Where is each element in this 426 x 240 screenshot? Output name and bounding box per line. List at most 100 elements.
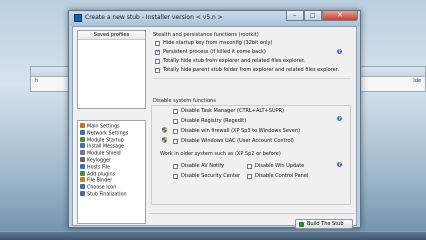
- checkbox-hide-parent-folder[interactable]: Totally hide parent stub folder from exp…: [155, 67, 339, 73]
- close-icon: ✕: [337, 11, 343, 19]
- message-icon: [80, 143, 85, 149]
- saved-profiles-panel[interactable]: Saved profiles: [77, 30, 146, 109]
- background-window-titlebar: [359, 67, 425, 77]
- checkbox-disable-firewall[interactable]: Disable win firewall (XP Sp3 to Windows …: [173, 128, 300, 134]
- checkbox-box[interactable]: [247, 163, 252, 169]
- checkbox-box[interactable]: [173, 118, 178, 124]
- nav-item-label: Main Settings: [87, 124, 120, 130]
- checkbox-box[interactable]: [173, 163, 178, 169]
- minimize-button[interactable]: –: [286, 11, 304, 21]
- nav-item-label: Add plugins: [87, 172, 116, 178]
- disable-help-icon[interactable]: ?: [337, 116, 342, 121]
- nav-item-add-plugins[interactable]: Add plugins: [78, 170, 145, 178]
- taskbar: [0, 231, 426, 240]
- older-help-icon[interactable]: ?: [337, 162, 342, 167]
- checkbox-disable-task-manager[interactable]: Disable Task Manager (CTRL+ALT+SUPR): [173, 108, 284, 114]
- nav-item-module-shield[interactable]: Module Shield: [78, 150, 145, 157]
- checkbox-persistent-process[interactable]: Persistent process (if killed it come ba…: [155, 49, 266, 55]
- nav-item-choose-icon[interactable]: Choose Icon: [78, 184, 145, 191]
- nav-item-hosts-file[interactable]: Hosts File: [78, 163, 145, 171]
- disable-section-title: Disable system functions: [153, 98, 216, 104]
- nav-item-label: Keylogger: [87, 158, 111, 164]
- plugin-icon: [80, 170, 85, 176]
- checkbox-disable-uac[interactable]: Disable Windows UAC (User Account Contro…: [173, 138, 294, 144]
- maximize-button[interactable]: □: [304, 11, 322, 21]
- checkbox-disable-security-center[interactable]: Disable Security Center: [173, 173, 240, 179]
- checkbox-box[interactable]: [173, 128, 178, 134]
- checkbox-label: Disable Security Center: [181, 173, 241, 179]
- background-window-text: Ide: [413, 78, 421, 84]
- checkbox-box[interactable]: [173, 138, 178, 144]
- stub-builder-window: Create a new stub - Installer version < …: [68, 10, 361, 229]
- checkbox-label: Disable Win Update: [255, 163, 305, 169]
- checkbox-box[interactable]: [247, 173, 252, 179]
- saved-profiles-header: Saved profiles: [78, 31, 145, 40]
- build-stub-button[interactable]: Build The Stub: [295, 219, 353, 229]
- stealth-help-icon[interactable]: ?: [337, 49, 342, 54]
- checkbox-label: Totally hide parent stub folder from exp…: [163, 67, 339, 73]
- shield-icon: [80, 150, 85, 156]
- older-systems-title: Work in older system such as (XP Sp2 or …: [160, 151, 281, 157]
- nav-item-label: Network Settings: [87, 131, 129, 137]
- gear-icon: [80, 123, 85, 128]
- checkbox-label: Disable Task Manager (CTRL+ALT+SUPR): [181, 108, 285, 114]
- uac-shield-icon: [162, 137, 167, 143]
- checkbox-label: Disable AV Notify: [181, 163, 225, 169]
- window-title: Create a new stub - Installer version < …: [85, 14, 223, 21]
- section-divider: [153, 78, 351, 79]
- checkbox-box[interactable]: [155, 58, 160, 64]
- checkbox-label: Hide startup key from msconfig (32bit on…: [163, 40, 273, 46]
- build-stub-label: Build The Stub: [307, 221, 344, 227]
- checkbox-disable-win-update[interactable]: Disable Win Update: [247, 163, 304, 169]
- nav-item-file-binder[interactable]: File Binder: [78, 177, 145, 184]
- build-icon: [299, 221, 304, 227]
- checkbox-label: Totally hide stub from explorer and rela…: [163, 58, 305, 64]
- nav-item-label: Choose Icon: [87, 185, 117, 191]
- icon-picker-icon: [80, 184, 85, 190]
- stealth-section-title: Stealth and persistance functions (rootk…: [153, 32, 259, 38]
- startup-icon: [80, 136, 85, 142]
- nav-item-stub-finalization[interactable]: Stub Finalization: [78, 190, 145, 198]
- file-icon: [80, 163, 85, 169]
- checkbox-box[interactable]: [155, 67, 160, 73]
- nav-item-main-settings[interactable]: Main Settings: [78, 123, 145, 130]
- finish-icon: [80, 190, 85, 196]
- checkbox-hide-stub[interactable]: Totally hide stub from explorer and rela…: [155, 58, 305, 64]
- background-window-text: h: [35, 78, 39, 84]
- settings-panel: Stealth and persistance functions (rootk…: [149, 30, 355, 205]
- network-icon: [80, 129, 85, 135]
- checkbox-box[interactable]: [155, 49, 160, 55]
- checkbox-disable-registry[interactable]: Disable Registry (Regedit): [173, 118, 246, 124]
- nav-item-label: Module Startup: [87, 138, 124, 144]
- checkbox-label: Disable win firewall (XP Sp3 to Windows …: [181, 128, 301, 134]
- checkbox-disable-av-notify[interactable]: Disable AV Notify: [173, 163, 224, 169]
- maximize-icon: □: [310, 12, 316, 19]
- app-icon: [74, 14, 82, 22]
- nav-item-label: Install Message: [87, 144, 124, 150]
- checkbox-label: Disable Control Panel: [255, 173, 309, 179]
- keyboard-icon: [80, 156, 85, 162]
- checkbox-box[interactable]: [155, 40, 160, 46]
- title-bar[interactable]: Create a new stub - Installer version < …: [69, 11, 360, 26]
- binder-icon: [80, 177, 85, 183]
- nav-item-label: Hosts File: [87, 165, 110, 171]
- checkbox-label: Disable Registry (Regedit): [181, 118, 247, 124]
- nav-item-network-settings[interactable]: Network Settings: [78, 129, 145, 137]
- nav-item-label: Module Shield: [87, 151, 121, 157]
- background-window-right: Ide: [358, 66, 426, 92]
- nav-item-install-message[interactable]: Install Message: [78, 143, 145, 150]
- checkbox-box[interactable]: [173, 108, 178, 114]
- nav-item-keylogger[interactable]: Keylogger: [78, 156, 145, 164]
- checkbox-label: Persistent process (if killed it come ba…: [163, 49, 266, 55]
- close-button[interactable]: ✕: [322, 11, 358, 21]
- firewall-shield-icon: [162, 127, 167, 133]
- checkbox-label: Disable Windows UAC (User Account Contro…: [181, 138, 294, 144]
- checkbox-disable-control-panel[interactable]: Disable Control Panel: [247, 173, 308, 179]
- footer-bar: Build The Stub: [149, 213, 355, 229]
- window-client-area: Saved profiles Main Settings Network Sett…: [72, 26, 357, 229]
- settings-nav-list: Main Settings Network Settings Module Star…: [77, 120, 146, 224]
- nav-item-module-startup[interactable]: Module Startup: [78, 136, 145, 144]
- checkbox-box[interactable]: [173, 173, 178, 179]
- minimize-icon: –: [293, 11, 297, 19]
- checkbox-hide-startup-key[interactable]: Hide startup key from msconfig (32bit on…: [155, 40, 272, 46]
